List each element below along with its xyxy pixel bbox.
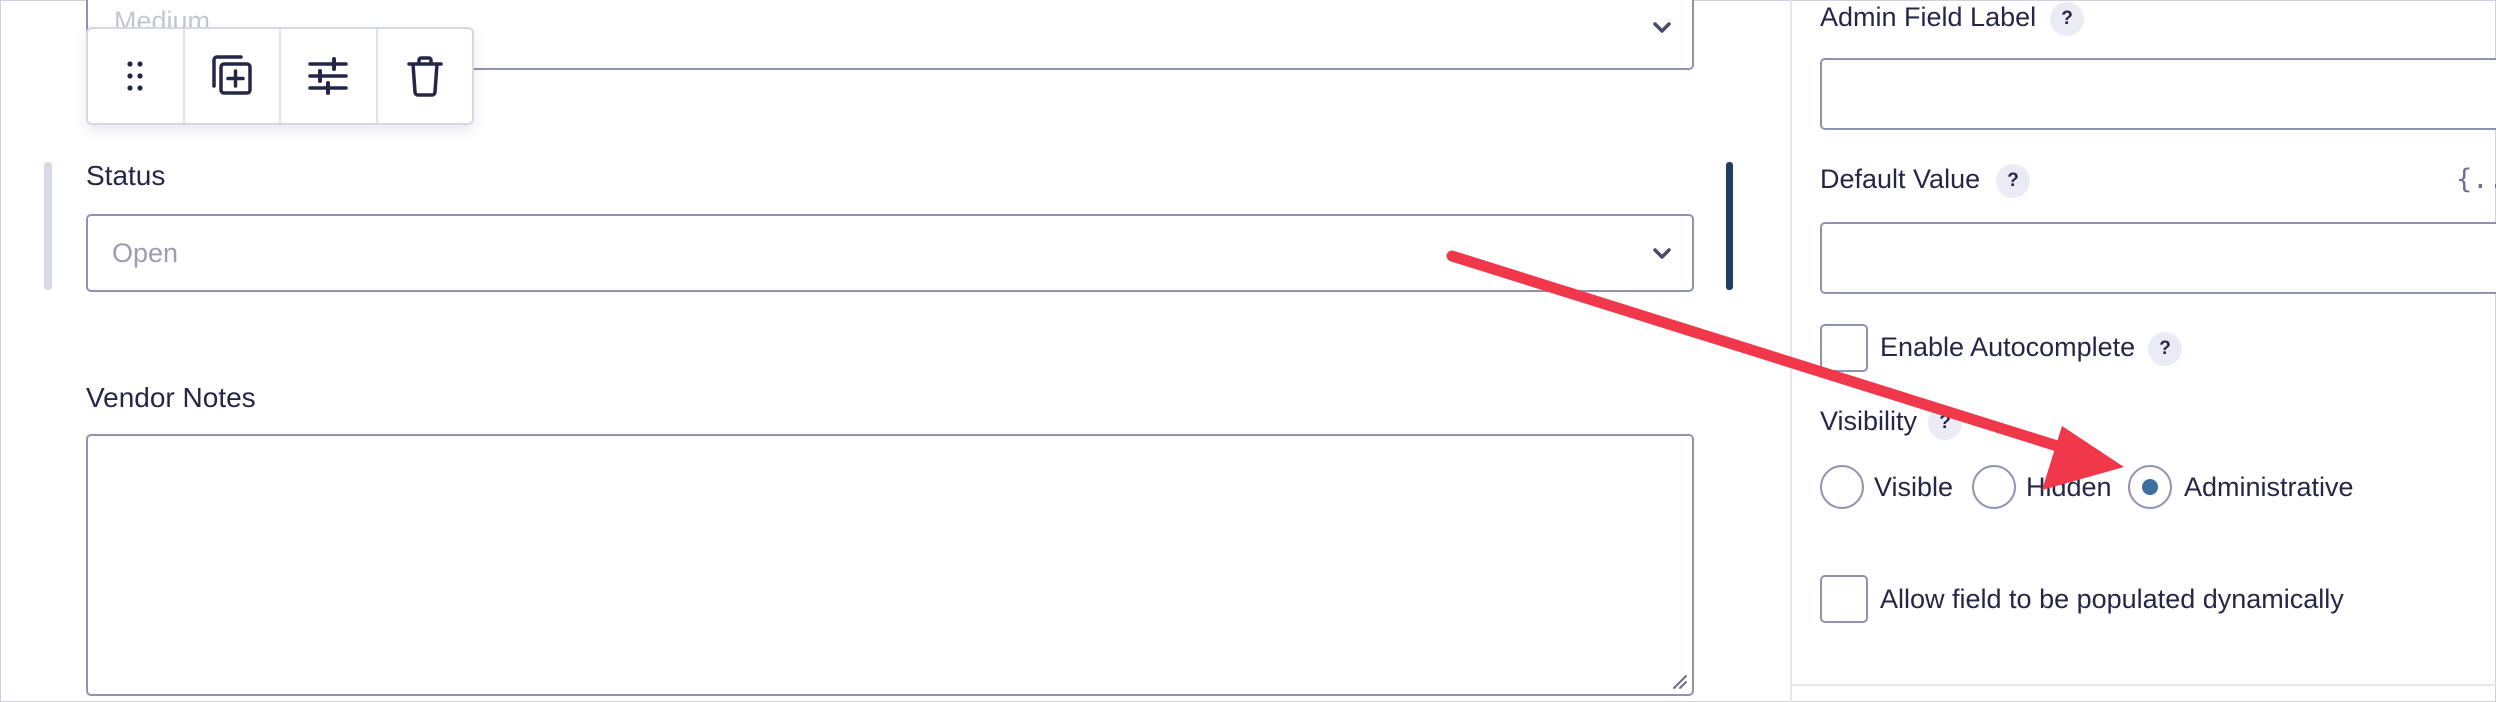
arrow-annotation bbox=[1446, 250, 2124, 490]
